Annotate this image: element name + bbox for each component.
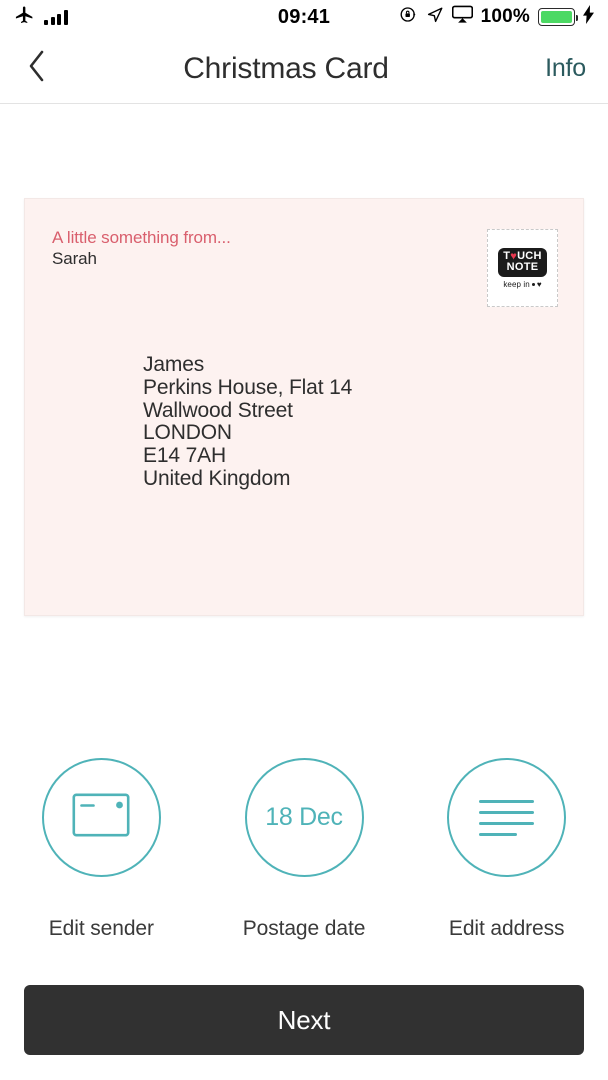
postage-date-circle[interactable]: 18 Dec <box>244 758 364 877</box>
touchnote-logo: T♥UCH NOTE <box>498 247 547 277</box>
address-line: Perkins House, Flat 14 <box>143 375 353 399</box>
postage-stamp: T♥UCH NOTE keep in ♥ <box>487 229 558 307</box>
action-edit-sender[interactable]: Edit sender <box>0 758 203 941</box>
info-button[interactable]: Info <box>498 54 608 83</box>
lightning-bolt-icon <box>583 5 594 29</box>
postage-date-value: 18 Dec <box>265 803 343 831</box>
status-bar: 09:41 100% <box>0 0 608 34</box>
logo-line-2: NOTE <box>506 260 539 273</box>
address-line: E14 7AH <box>143 444 227 468</box>
edit-sender-circle[interactable] <box>41 758 161 877</box>
action-label: Postage date <box>242 917 366 940</box>
sender-label: A little something from... <box>52 228 231 247</box>
address-line: James <box>143 353 205 376</box>
postcard-preview[interactable]: A little something from... Sarah T♥UCH N… <box>24 198 584 616</box>
card-envelope-icon <box>72 793 130 842</box>
signal-bars-icon <box>44 9 68 25</box>
location-arrow-icon <box>426 6 444 29</box>
recipient-address[interactable]: James Perkins House, Flat 14 Wallwood St… <box>143 353 353 491</box>
app-screen: 09:41 100% Christmas Card Info A little … <box>0 0 608 1080</box>
stamp-heart-icon: ♥ <box>536 279 542 289</box>
action-row: Edit sender 18 Dec Postage date Edit add… <box>0 758 608 941</box>
status-bar-right: 100% <box>330 5 594 29</box>
navigation-bar: Christmas Card Info <box>0 34 608 104</box>
airplane-mode-icon <box>14 4 35 30</box>
status-bar-left <box>14 4 278 30</box>
battery-percent: 100% <box>480 6 530 27</box>
edit-address-circle[interactable] <box>447 758 567 877</box>
next-button[interactable]: Next <box>24 985 584 1055</box>
logo-line-1: T♥UCH <box>503 249 542 262</box>
action-edit-address[interactable]: Edit address <box>405 758 608 941</box>
rotation-lock-icon <box>399 5 418 29</box>
airplay-screen-icon <box>451 5 473 29</box>
battery-icon <box>538 8 579 26</box>
sender-name: Sarah <box>52 249 97 268</box>
address-line: LONDON <box>143 421 232 445</box>
status-bar-center: 09:41 <box>278 6 330 29</box>
stamp-tagline-text: keep in <box>503 279 530 289</box>
action-label: Edit address <box>448 917 565 940</box>
action-label: Edit sender <box>48 917 154 940</box>
stamp-dot-icon <box>531 282 535 286</box>
page-title: Christmas Card <box>183 51 389 85</box>
action-postage-date[interactable]: 18 Dec Postage date <box>203 758 406 941</box>
back-button[interactable] <box>0 34 74 104</box>
address-line: Wallwood Street <box>143 398 293 422</box>
heart-icon: ♥ <box>510 250 518 262</box>
status-time: 09:41 <box>277 5 331 28</box>
stamp-tagline: keep in ♥ <box>503 280 541 289</box>
address-lines-icon <box>479 799 535 836</box>
sender-block[interactable]: A little something from... Sarah <box>52 227 231 270</box>
address-line: United Kingdom <box>143 466 291 490</box>
chevron-left-icon <box>25 48 49 89</box>
